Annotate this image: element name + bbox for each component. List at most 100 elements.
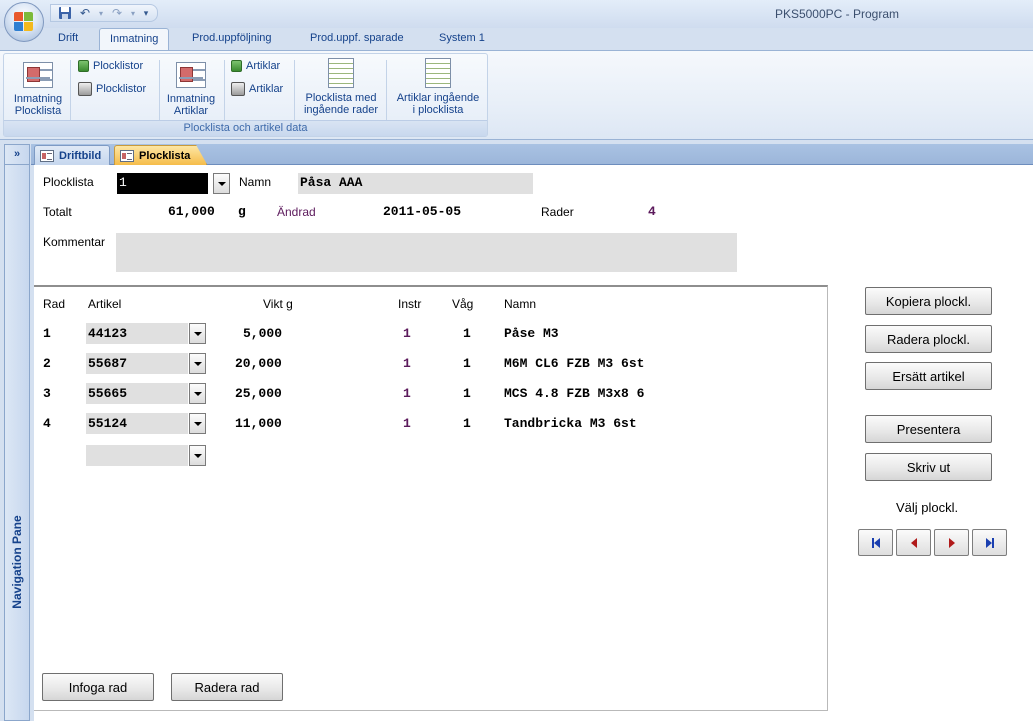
row-3-instr: 1 [403, 386, 411, 401]
last-record-button[interactable] [972, 529, 1007, 556]
tab-prod-uppfoljning[interactable]: Prod.uppföljning [182, 28, 282, 50]
office-logo-icon [14, 12, 34, 32]
tab-prod-uppf-sparade[interactable]: Prod.uppf. sparade [300, 28, 414, 50]
row-3-dropdown-icon[interactable] [189, 383, 206, 404]
first-record-icon [871, 537, 880, 548]
artiklar-label-2: Artiklar [249, 83, 284, 95]
presentera-button[interactable]: Presentera [865, 415, 992, 443]
row-1-artikel: 44123 [88, 326, 128, 341]
skriv-ut-button[interactable]: Skriv ut [865, 453, 992, 481]
row-3-namn: MCS 4.8 FZB M3x8 6 [504, 386, 645, 401]
document-tab-bar: Driftbild Plocklista [31, 144, 1033, 165]
tab-inmatning[interactable]: Inmatning [99, 28, 170, 51]
plocklista-combo[interactable]: 1 [117, 173, 208, 194]
doc-tab-driftbild[interactable]: Driftbild [34, 145, 111, 165]
plocklista-combo-value: 1 [119, 175, 127, 190]
row-4-dropdown-icon[interactable] [189, 413, 206, 434]
expand-nav-icon[interactable]: » [5, 145, 29, 165]
previous-record-button[interactable] [896, 529, 931, 556]
row-4-vag: 1 [463, 416, 471, 431]
ribbon-group-label: Plocklista och artikel data [4, 120, 487, 136]
form-icon [120, 149, 134, 162]
customize-toolbar-icon[interactable]: ▾ [141, 5, 151, 21]
row-2-dropdown-icon[interactable] [189, 353, 206, 374]
redo-dropdown-icon[interactable]: ▾ [129, 5, 137, 21]
totalt-unit: g [238, 204, 246, 219]
undo-icon[interactable]: ↶ [77, 5, 93, 21]
ribbon-separator [224, 60, 225, 120]
row-1-dropdown-icon[interactable] [189, 323, 206, 344]
row-1-artikel-combo[interactable]: 44123 [86, 323, 188, 344]
navigation-pane[interactable]: » Navigation Pane [4, 144, 30, 721]
doc-tab-plocklista[interactable]: Plocklista [114, 145, 208, 165]
row-1-namn: Påse M3 [504, 326, 559, 341]
form-icon [40, 149, 54, 162]
ribbon-separator [386, 60, 387, 120]
new-row-dropdown-icon[interactable] [189, 445, 206, 466]
andrad-label: Ändrad [277, 205, 316, 219]
office-button[interactable] [4, 2, 44, 42]
ribbon-tab-bar: Drift Inmatning Prod.uppföljning Prod.up… [0, 28, 1033, 51]
kommentar-field[interactable] [116, 233, 737, 272]
title-bar: ↶ ▾ ↷ ▾ ▾ PKS5000PC - Program [0, 0, 1033, 42]
report-icon [425, 58, 451, 88]
ersatt-artikel-button[interactable]: Ersätt artikel [865, 362, 992, 390]
new-row-artikel-combo[interactable] [86, 445, 188, 466]
navigation-pane-label: Navigation Pane [10, 515, 24, 609]
andrad-value: 2011-05-05 [383, 204, 462, 219]
row-2-instr: 1 [403, 356, 411, 371]
plocklista-form: Plocklista 1 Namn Påsa AAA Totalt 61,000… [34, 165, 1033, 721]
redo-icon[interactable]: ↷ [109, 5, 125, 21]
table-icon [231, 60, 242, 72]
namn-field[interactable]: Påsa AAA [298, 173, 533, 194]
col-header-rad: Rad [43, 297, 66, 311]
rader-value: 4 [648, 204, 656, 219]
row-1-vikt: 5,000 [243, 326, 283, 341]
radera-rad-button[interactable]: Radera rad [171, 673, 283, 701]
row-1-vag: 1 [463, 326, 471, 341]
first-record-button[interactable] [858, 529, 893, 556]
radera-plockl-button[interactable]: Radera plockl. [865, 325, 992, 353]
plocklistor-print-button[interactable]: Plocklistor [78, 82, 146, 96]
kommentar-label: Kommentar [43, 235, 106, 249]
row-3-artikel-combo[interactable]: 55665 [86, 383, 188, 404]
ribbon-separator [294, 60, 295, 120]
totalt-value: 61,000 [168, 204, 215, 219]
undo-dropdown-icon[interactable]: ▾ [97, 5, 105, 21]
row-2-artikel-combo[interactable]: 55687 [86, 353, 188, 374]
quick-access-toolbar: ↶ ▾ ↷ ▾ ▾ [50, 4, 158, 22]
rader-label: Rader [541, 205, 574, 219]
save-icon[interactable] [57, 5, 73, 21]
artiklar-label-1: Artiklar [246, 60, 281, 72]
plocklista-label: Plocklista [43, 175, 94, 189]
last-record-icon [985, 537, 994, 548]
col-header-namn: Namn [504, 297, 537, 311]
tab-system-1[interactable]: System 1 [429, 28, 495, 50]
tab-drift[interactable]: Drift [48, 28, 88, 50]
plocklistor-button-1[interactable]: Plocklistor [78, 60, 143, 72]
row-4-vikt: 11,000 [235, 416, 282, 431]
inmatning-artiklar-button[interactable]: Inmatning Artiklar [161, 58, 221, 117]
doc-tab-driftbild-label: Driftbild [59, 149, 102, 162]
artiklar-button-1[interactable]: Artiklar [231, 60, 280, 72]
previous-record-icon [910, 537, 917, 548]
plocklista-med-rader-button[interactable]: Plocklista med ingående rader [298, 58, 384, 116]
table-icon [78, 60, 89, 72]
col-header-artikel: Artikel [88, 297, 122, 311]
col-header-vikt: Vikt g [263, 297, 293, 311]
print-icon [231, 82, 245, 96]
inmatning-plocklista-button[interactable]: Inmatning Plocklista [7, 58, 69, 117]
next-record-button[interactable] [934, 529, 969, 556]
row-4-artikel-combo[interactable]: 55124 [86, 413, 188, 434]
row-4-namn: Tandbricka M3 6st [504, 416, 637, 431]
artiklar-print-button[interactable]: Artiklar [231, 82, 283, 96]
artiklar-ingaende-button[interactable]: Artiklar ingående i plocklista [390, 58, 486, 116]
plocklista-dropdown-icon[interactable] [213, 173, 230, 194]
ribbon: Inmatning Plocklista Plocklistor Plockli… [0, 50, 1033, 140]
row-4-artikel: 55124 [88, 416, 128, 431]
report-icon [328, 58, 354, 88]
kopiera-plockl-button[interactable]: Kopiera plockl. [865, 287, 992, 315]
window-title: PKS5000PC - Program [774, 7, 899, 21]
ribbon-separator [159, 60, 160, 120]
infoga-rad-button[interactable]: Infoga rad [42, 673, 154, 701]
